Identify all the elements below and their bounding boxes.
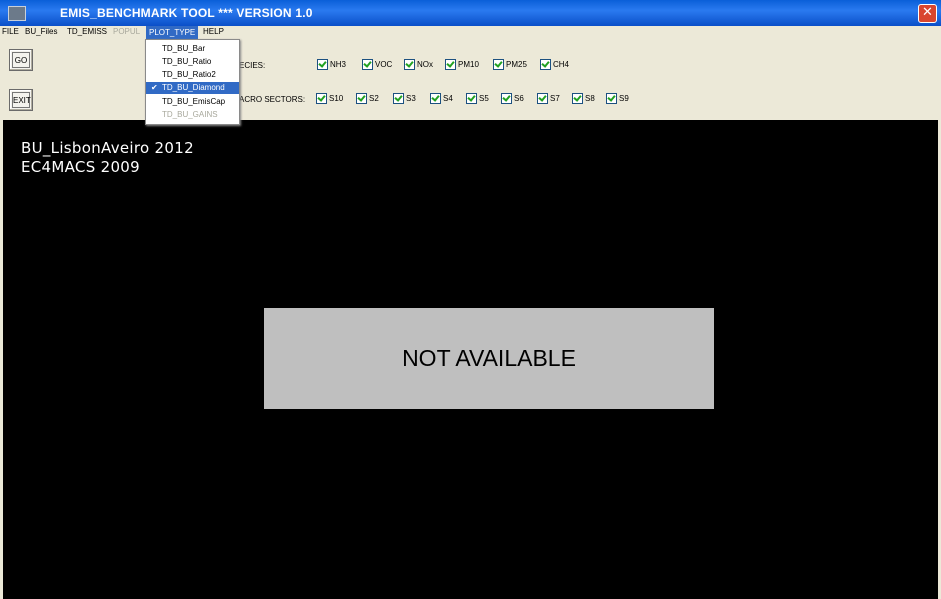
checkbox-label: CH4	[553, 60, 570, 69]
checkbox-s2[interactable]: S2	[356, 93, 379, 104]
menu-item-label: TD_BU_EmisCap	[162, 97, 226, 106]
species-label: ECIES:	[239, 61, 266, 70]
checkbox-s3[interactable]: S3	[393, 93, 416, 104]
checkbox-s10[interactable]: S10	[316, 93, 343, 104]
checkmark-icon: ✔	[151, 83, 158, 92]
checkbox-label: S7	[550, 94, 560, 103]
checkbox-label: S4	[443, 94, 453, 103]
close-button[interactable]: ✕	[918, 4, 937, 23]
app-icon	[8, 6, 26, 21]
not-available-message: NOT AVAILABLE	[264, 308, 714, 409]
menu-item-td-bu-ratio2[interactable]: TD_BU_Ratio2	[146, 69, 239, 81]
menu-help[interactable]: HELP	[203, 27, 224, 36]
checkbox-label: PM10	[458, 60, 479, 69]
menu-td-emiss[interactable]: TD_EMISS	[67, 27, 107, 36]
checkbox-box	[317, 59, 328, 70]
menu-popul[interactable]: POPUL	[113, 27, 140, 36]
checkbox-label: S2	[369, 94, 379, 103]
checkbox-box	[572, 93, 583, 104]
menu-item-label: TD_BU_Ratio2	[162, 70, 216, 79]
checkbox-label: VOC	[375, 60, 393, 69]
checkbox-box	[493, 59, 504, 70]
menu-plot-type[interactable]: PLOT_TYPE	[146, 26, 199, 39]
checkbox-label: S3	[406, 94, 416, 103]
checkbox-box	[501, 93, 512, 104]
exit-button-label: EXIT	[12, 92, 31, 108]
checkbox-label: S6	[514, 94, 524, 103]
checkbox-label: S8	[585, 94, 595, 103]
plot-line-2: EC4MACS 2009	[21, 158, 140, 176]
checkbox-box	[356, 93, 367, 104]
checkbox-label: NOx	[417, 60, 433, 69]
checkbox-s8[interactable]: S8	[572, 93, 595, 104]
checkbox-ch4[interactable]: CH4	[540, 59, 569, 70]
checkbox-box	[316, 93, 327, 104]
checkbox-label: S10	[329, 94, 344, 103]
checkbox-s6[interactable]: S6	[501, 93, 524, 104]
go-button-label: GO	[12, 52, 30, 68]
menu-item-td-bu-gains[interactable]: TD_BU_GAINS	[146, 109, 239, 121]
toolbar: GO EXIT ECIES: NH3 VOC NOx PM10 PM25 CH4…	[0, 39, 941, 120]
go-button[interactable]: GO	[9, 49, 33, 71]
checkbox-s7[interactable]: S7	[537, 93, 560, 104]
menu-bar: FILE BU_Files TD_EMISS POPUL PLOT_TYPE H…	[0, 26, 941, 39]
menu-bu-files[interactable]: BU_Files	[25, 27, 57, 36]
menu-item-label: TD_BU_Ratio	[162, 57, 212, 66]
checkbox-pm10[interactable]: PM10	[445, 59, 479, 70]
checkbox-nox[interactable]: NOx	[404, 59, 433, 70]
window-title: EMIS_BENCHMARK TOOL *** VERSION 1.0	[60, 6, 313, 20]
checkbox-label: NH3	[330, 60, 347, 69]
checkbox-box	[445, 59, 456, 70]
menu-item-label: TD_BU_Diamond	[162, 83, 225, 92]
exit-button[interactable]: EXIT	[9, 89, 33, 111]
sectors-label: ACRO SECTORS:	[239, 95, 306, 104]
menu-item-td-bu-bar[interactable]: TD_BU_Bar	[146, 43, 239, 55]
checkbox-pm25[interactable]: PM25	[493, 59, 527, 70]
menu-item-td-bu-diamond[interactable]: ✔ TD_BU_Diamond	[146, 82, 239, 94]
plot-type-dropdown: TD_BU_Bar TD_BU_Ratio TD_BU_Ratio2 ✔ TD_B…	[145, 39, 240, 125]
menu-file[interactable]: FILE	[2, 27, 19, 36]
checkbox-label: S9	[619, 94, 629, 103]
menu-item-td-bu-emiscap[interactable]: TD_BU_EmisCap	[146, 96, 239, 108]
checkbox-box	[606, 93, 617, 104]
checkbox-label: S5	[479, 94, 489, 103]
plot-line-1: BU_LisbonAveiro 2012	[21, 139, 194, 157]
plot-area: BU_LisbonAveiro 2012 EC4MACS 2009 NOT AV…	[3, 120, 938, 599]
checkbox-label: PM25	[506, 60, 527, 69]
checkbox-nh3[interactable]: NH3	[317, 59, 346, 70]
checkbox-box	[466, 93, 477, 104]
checkbox-s4[interactable]: S4	[430, 93, 453, 104]
checkbox-s9[interactable]: S9	[606, 93, 629, 104]
checkbox-s5[interactable]: S5	[466, 93, 489, 104]
menu-item-label: TD_BU_GAINS	[162, 110, 218, 119]
checkbox-voc[interactable]: VOC	[362, 59, 392, 70]
checkbox-box	[393, 93, 404, 104]
title-bar: EMIS_BENCHMARK TOOL *** VERSION 1.0 ✕	[0, 0, 941, 26]
checkbox-box	[362, 59, 373, 70]
checkbox-box	[404, 59, 415, 70]
checkbox-box	[537, 93, 548, 104]
menu-item-td-bu-ratio[interactable]: TD_BU_Ratio	[146, 56, 239, 68]
menu-item-label: TD_BU_Bar	[162, 44, 206, 53]
checkbox-box	[430, 93, 441, 104]
checkbox-box	[540, 59, 551, 70]
